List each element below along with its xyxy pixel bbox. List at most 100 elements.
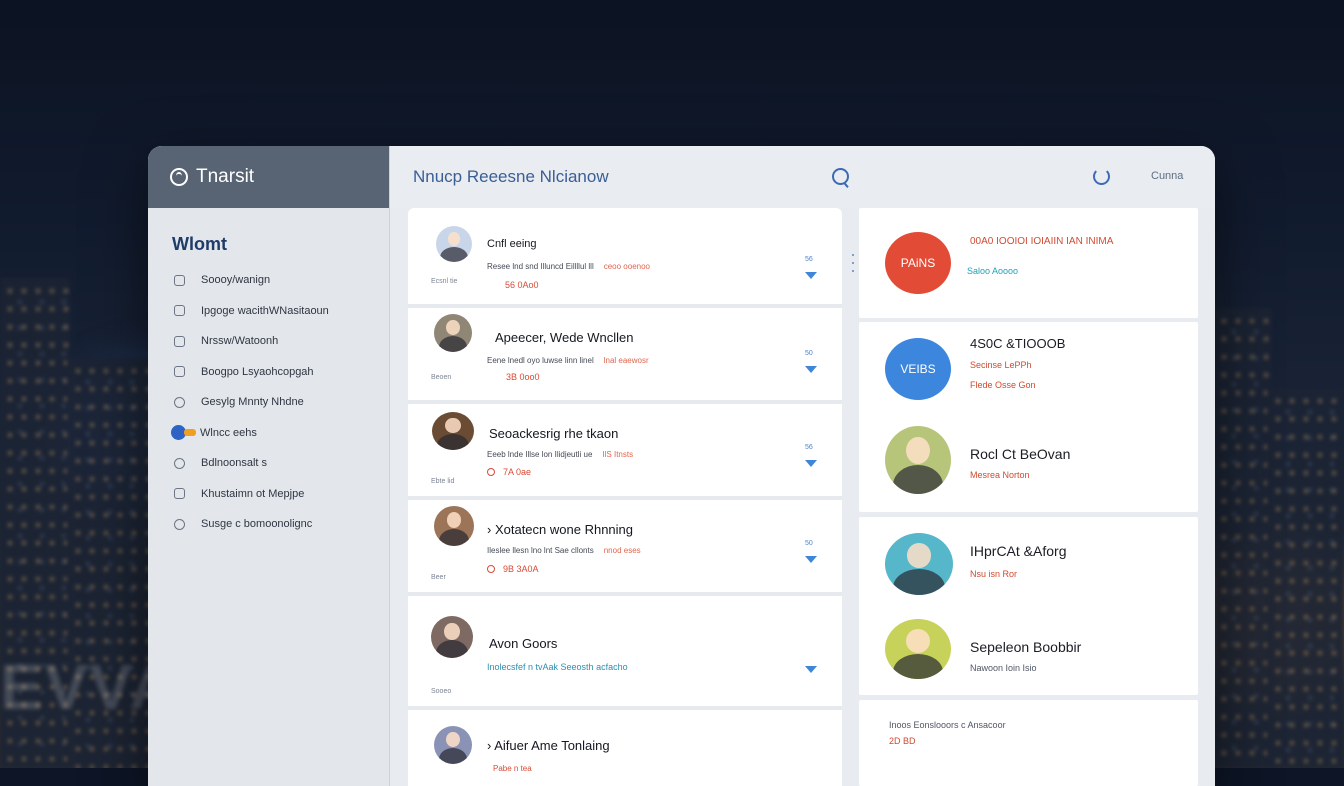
card-meta-accent: nnod eses [603,546,641,555]
clock-icon [174,518,185,530]
card-title: Cnfl eeing [487,238,537,250]
card-meta: Eeeb lnde Illse lon Ilidjeutli ue IlS Itn… [487,450,633,459]
avatar [434,726,472,764]
card-price: Pabe n tea [493,764,532,773]
card-subtitle: 2D BD [889,736,916,746]
sidebar-item-label: Bdlnoonsalt s [201,457,268,470]
card-subtitle: Saloo Aoooo [967,266,1019,276]
chevron-down-icon[interactable] [805,272,817,279]
card-meta-accent: IlS Itnsts [602,450,634,459]
page-title: Nnucp Reeesne Nlcianow [413,167,609,186]
card-price: 3B 0oo0 [506,372,540,382]
chevron-down-icon[interactable] [805,366,817,373]
backdrop-building [1268,388,1344,768]
contact-card[interactable]: IHprCAt &Aforg Nsu isn Ror Sepeleon Boob… [859,517,1198,695]
card-title: Seoackesrig rhe tkaon [489,426,619,441]
flag-icon [174,488,185,500]
feed-card[interactable]: Avon Goors Inolecsfef n tvAak Seeosth ac… [408,592,842,706]
sidebar-item-5[interactable]: Wlncc eehs [148,418,389,449]
sidebar-item-3[interactable]: Boogpo Lsyaohcopgah [148,357,389,388]
card-meta-accent: lnal eaewosr [603,356,649,365]
chevron-down-icon[interactable] [805,556,817,563]
card-count: 50 [805,350,813,357]
sidebar-item-2[interactable]: Nrssw/Watoonh [148,326,389,357]
sidebar-item-label: Nrssw/Watoonh [201,335,279,348]
scroll-indicator [852,254,855,278]
feed-card[interactable]: › Aifuer Ame Tonlaing Pabe n tea [408,706,842,786]
avatar [885,533,953,595]
sidebar-item-7[interactable]: Khustaimn ot Mepjpe [148,479,389,510]
sidebar-item-4[interactable]: Gesylg Mnnty Nhdne [148,387,389,418]
target-icon [174,396,185,408]
card-title: IHprCAt &Aforg [970,543,1067,559]
sidebar-item-6[interactable]: Bdlnoonsalt s [148,448,389,479]
status-dot-icon [487,468,495,476]
chevron-down-icon[interactable] [805,666,817,673]
sidebar-item-label: Wlncc eehs [200,426,257,439]
card-footnote: Sooeo [431,688,452,695]
avatar [885,426,951,494]
contact-card[interactable]: PAiNS 00A0 IOOIOI IOIAIIN IAN INIMA Salo… [859,208,1198,318]
card-title: › Xotatecn wone Rhnning [487,522,633,537]
card-footnote: Ecsnl tie [431,278,458,285]
card-count: 50 [805,540,813,547]
card-meta: Resee lnd snd Illuncd Eillllul lll ceoo o… [487,262,650,271]
contact-card[interactable]: VEIBS 4S0C &TIOOOB Secinse LePPh Flede O… [859,322,1198,512]
card-detail: Flede Osse Gon [970,380,1036,390]
card-meta-text: Eene lnedl oyo luwse linn linel [487,356,594,365]
app-name: Tnarsit [196,166,255,187]
tag-icon [174,305,185,317]
card-meta: Inolecsfef n tvAak Seeosth acfacho [487,662,628,672]
sidebar-item-1[interactable]: Ipgoge wacithWNasitaoun [148,296,389,327]
avatar [432,412,474,450]
feed-list: Cnfl eeing Resee lnd snd Illuncd Eillllu… [408,208,842,786]
card-title: Inoos Eonslooors c Ansacoor [889,720,1006,730]
sidebar-item-label: Ipgoge wacithWNasitaoun [201,304,329,317]
card-meta-text: Eeeb lnde Illse lon Ilidjeutli ue [487,450,593,459]
card-footnote: Ebte lid [431,478,455,485]
search-icon[interactable] [832,168,849,185]
status-bubble: VEIBS [885,338,951,400]
top-bar: Nnucp Reeesne Nlcianow Cunna [390,146,1215,208]
card-price: 7A 0ae [487,467,531,477]
sidebar-item-label: Soooy/wanign [201,274,271,287]
card-title: Apeecer, Wede Wncllen [495,330,634,345]
avatar [431,616,473,658]
sidebar-item-label: Gesylg Mnnty Nhdne [201,396,304,409]
sidebar-item-label: Boogpo Lsyaohcopgah [201,365,314,378]
card-price: 9B 3A0A [487,564,539,574]
card-footnote: Beoen [431,374,452,381]
card-subtitle: Mesrea Norton [970,470,1030,480]
card-count: 56 [805,256,813,263]
sidebar-item-label: Susge c bomoonolignc [201,518,313,531]
chevron-icon [171,425,196,441]
app-window: Tnarsit Wlomt Soooy/wanign Ipgoge wacith… [148,146,1215,786]
sidebar: Tnarsit Wlomt Soooy/wanign Ipgoge wacith… [148,146,390,786]
circle-icon [174,457,185,469]
feed-card[interactable]: Cnfl eeing Resee lnd snd Illuncd Eillllu… [408,216,842,311]
status-dot-icon [487,565,495,573]
card-title: Sepeleon Boobbir [970,639,1082,655]
status-bubble: PAiNS [885,232,951,294]
sidebar-item-8[interactable]: Susge c bomoonolignc [148,509,389,540]
refresh-icon[interactable] [1093,168,1110,185]
contact-card[interactable]: Inoos Eonslooors c Ansacoor 2D BD [859,700,1198,786]
chevron-down-icon[interactable] [805,460,817,467]
card-icon [174,335,185,347]
card-meta: Eene lnedl oyo luwse linn linel lnal eaew… [487,356,649,365]
card-subtitle: Nsu isn Ror [970,569,1018,579]
card-title: › Aifuer Ame Tonlaing [487,738,610,753]
card-title-text: Aifuer Ame Tonlaing [494,738,610,753]
card-price: 56 0Ao0 [505,280,539,290]
card-count: 56 [805,444,813,451]
sidebar-item-0[interactable]: Soooy/wanign [148,265,389,296]
feed-card[interactable]: Seoackesrig rhe tkaon Eeeb lnde Illse lo… [408,400,842,499]
brand-bar[interactable]: Tnarsit [148,146,389,208]
feed-card[interactable]: Apeecer, Wede Wncllen Eene lnedl oyo luw… [408,304,842,403]
feed-card[interactable]: › Xotatecn wone Rhnning Ileslee llesn ln… [408,496,842,595]
card-meta-text: Resee lnd snd Illuncd Eillllul lll [487,262,594,271]
refresh-circle-icon [170,168,188,186]
card-subtitle: Secinse LePPh [970,360,1032,370]
card-subtitle: Nawoon Ioin Isio [970,663,1037,673]
header-link[interactable]: Cunna [1151,170,1183,182]
